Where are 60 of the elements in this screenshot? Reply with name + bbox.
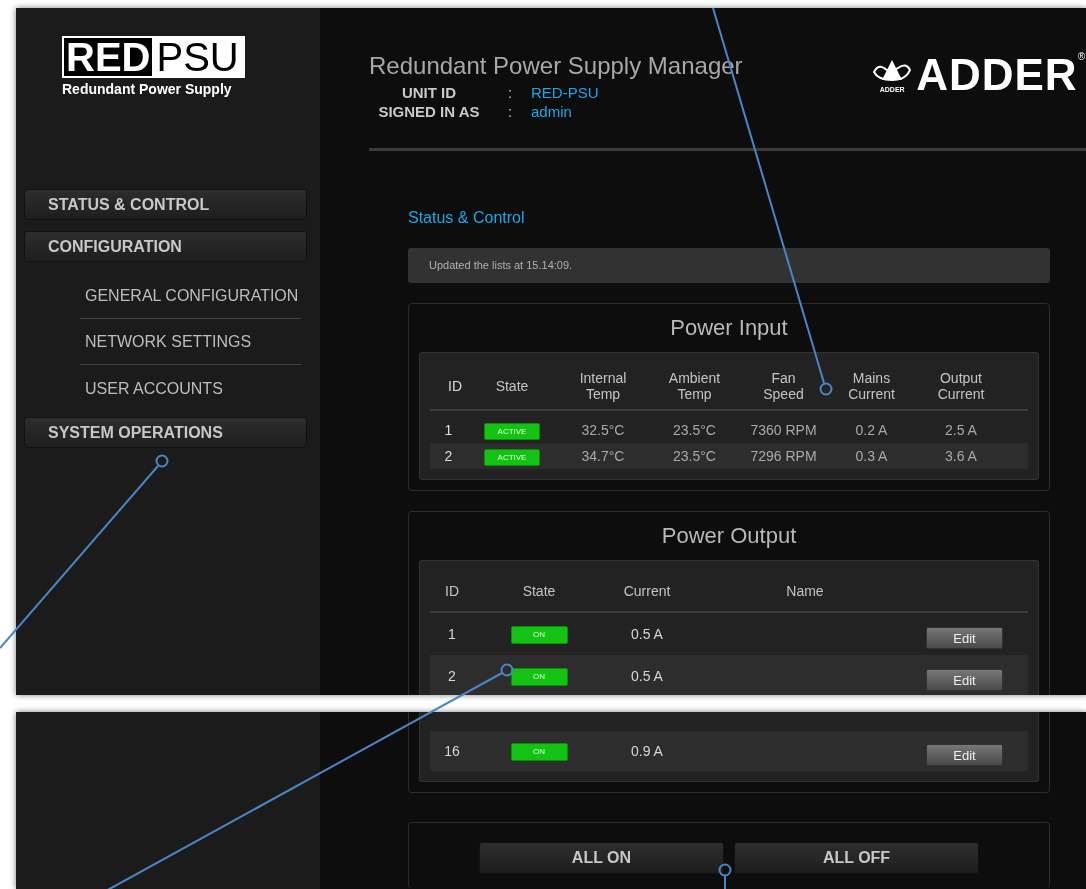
table-cell-text: 2 [447, 668, 457, 684]
brand-wordmark: ADDER$^{®}$ [916, 50, 1086, 100]
table-cell-text: 0.3 A [854, 448, 889, 464]
column-header: Current [622, 583, 672, 599]
table-cell-text: 0.2 A [854, 422, 889, 438]
column-header: Output Current [936, 370, 986, 402]
table-cell-text: 0.9 A [630, 743, 664, 759]
table-cell-text: 2 [443, 448, 454, 464]
nav-item[interactable]: SYSTEM OPERATIONS [24, 417, 307, 448]
table-cell-text: 0.5 A [630, 626, 664, 642]
nav-subitem[interactable]: GENERAL CONFIGURATION [80, 273, 301, 319]
table-cell-text: 7360 RPM [749, 422, 818, 438]
status-message: Updated the lists at 15.14:09. [408, 248, 1050, 283]
panel-title: Power Input [669, 314, 789, 342]
table-cell-text: 3.6 A [944, 448, 978, 464]
nav-item[interactable]: STATUS & CONTROL [24, 189, 307, 220]
field-value: RED-PSU [531, 83, 600, 102]
column-header: State [494, 378, 530, 394]
column-header: Name [785, 583, 825, 599]
logo-tagline: Redundant Power Supply [62, 81, 233, 97]
nav-item[interactable]: CONFIGURATION [24, 231, 307, 262]
callout-line [718, 863, 732, 889]
state-badge: ON [510, 668, 568, 686]
column-header: ID [447, 378, 463, 394]
table-cell-text: 2.5 A [944, 422, 978, 438]
edit-button[interactable]: Edit [926, 744, 1003, 766]
column-header: Fan Speed [762, 370, 805, 402]
field-label: UNIT ID [400, 83, 458, 102]
field-label: SIGNED IN AS [377, 102, 481, 121]
nav-subitem[interactable]: USER ACCOUNTS [80, 365, 301, 411]
field-separator: : [506, 102, 514, 121]
field-separator: : [506, 83, 514, 102]
table-cell-text: 16 [443, 743, 461, 759]
column-header: Ambient Temp [667, 370, 722, 402]
table-cell-text: 34.7°C [580, 448, 626, 464]
panel-title: Power Output [660, 522, 798, 550]
column-header: ID [444, 583, 460, 599]
table-cell-text: 7296 RPM [749, 448, 818, 464]
column-header: Internal Temp [578, 370, 628, 402]
edit-button[interactable]: Edit [926, 669, 1003, 691]
column-header: State [521, 583, 557, 599]
state-badge: ON [510, 626, 568, 644]
logo-text: PSU [152, 38, 243, 76]
table-cell-text: 32.5°C [580, 422, 626, 438]
column-header: Mains Current [847, 370, 896, 402]
table-cell-text: 23.5°C [672, 448, 717, 464]
edit-button[interactable]: Edit [926, 627, 1003, 649]
logo-text: RED [64, 38, 153, 76]
page-title: Status & Control [408, 209, 526, 227]
action-button[interactable]: ALL ON [479, 842, 724, 874]
table-cell-text: 23.5°C [672, 422, 717, 438]
state-badge: ON [510, 743, 568, 761]
action-button[interactable]: ALL OFF [734, 842, 979, 874]
table-cell-text: 0.5 A [630, 668, 664, 684]
table-cell-text: 1 [447, 626, 457, 642]
nav-subitem[interactable]: NETWORK SETTINGS [80, 319, 301, 365]
state-badge: ACTIVE [484, 422, 540, 440]
table-cell-text: 1 [443, 422, 454, 438]
field-value: admin [531, 102, 573, 121]
state-badge: ACTIVE [484, 448, 540, 466]
